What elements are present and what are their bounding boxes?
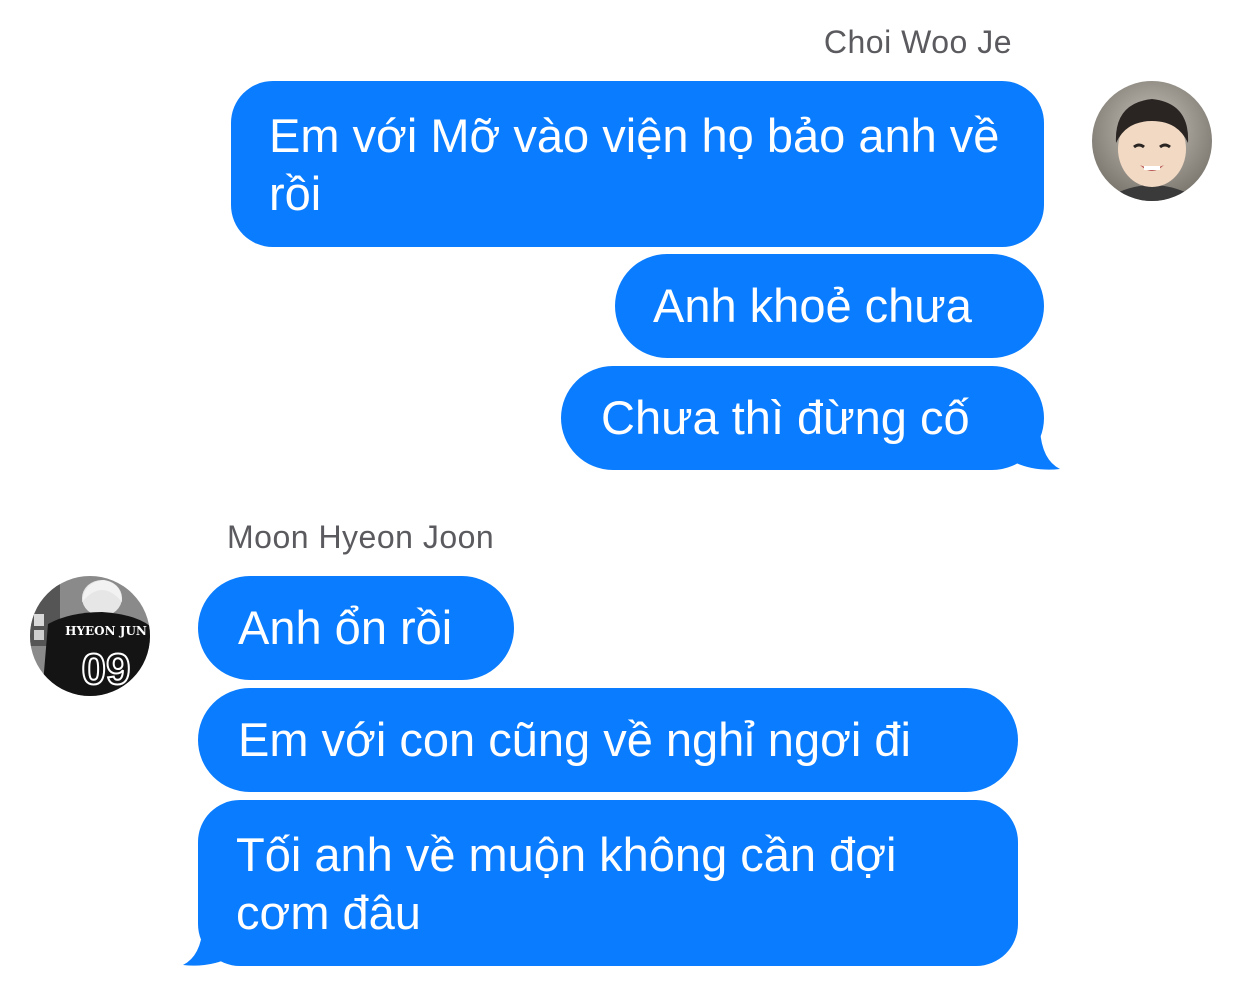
message-bubble-outgoing-2[interactable]: Anh khoẻ chưa [615, 254, 1044, 358]
message-text: Anh khoẻ chưa [653, 279, 972, 332]
sender-name-moon-hyeon-joon: Moon Hyeon Joon [227, 519, 495, 555]
message-bubble-outgoing-1[interactable]: Em với Mỡ vào viện họ bảo anh về rồi [231, 81, 1044, 247]
message-text: Chưa thì đừng cố [601, 391, 970, 444]
bubble-tail-left-icon [183, 926, 233, 966]
moon-hyeon-joon-avatar[interactable]: HYEON JUN 09 [30, 576, 150, 696]
child-photo-icon [1092, 81, 1212, 201]
jersey-number-text: 09 [82, 645, 131, 694]
jersey-name-text: HYEON JUN [65, 624, 147, 638]
bubble-tail-right-icon [1010, 430, 1060, 470]
message-bubble-outgoing-3[interactable]: Chưa thì đừng cố [561, 366, 1044, 470]
chat-screen: { "conversation": { "groups": [ { "sende… [0, 0, 1242, 1002]
message-bubble-incoming-2[interactable]: Em với con cũng về nghỉ ngơi đi [198, 688, 1018, 792]
message-text: Tối anh về muộn không cần đợi cơm đâu [236, 828, 897, 939]
message-bubble-incoming-1[interactable]: Anh ổn rồi [198, 576, 514, 680]
message-bubble-incoming-3[interactable]: Tối anh về muộn không cần đợi cơm đâu [198, 800, 1018, 966]
message-text: Anh ổn rồi [238, 601, 453, 654]
sender-name-choi-woo-je: Choi Woo Je [823, 24, 1012, 60]
jersey-photo-icon: HYEON JUN 09 [30, 576, 150, 696]
choi-woo-je-avatar[interactable] [1092, 81, 1212, 201]
message-text: Em với Mỡ vào viện họ bảo anh về rồi [269, 109, 1000, 220]
message-text: Em với con cũng về nghỉ ngơi đi [238, 713, 911, 766]
